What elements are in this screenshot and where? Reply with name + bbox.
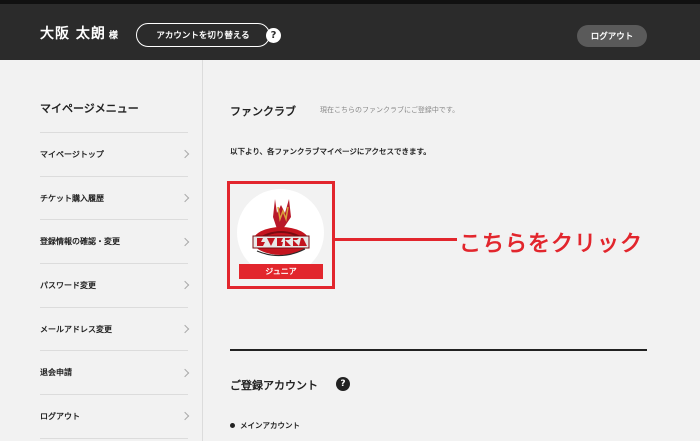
evessa-logo-icon — [252, 199, 310, 257]
chevron-right-icon — [180, 193, 190, 203]
switch-account-button[interactable]: アカウントを切り替える — [136, 23, 270, 47]
sidebar-title: マイページメニュー — [40, 102, 139, 115]
sidebar-item-label: 登録情報の確認・変更 — [40, 237, 120, 247]
chevron-right-icon — [180, 281, 190, 290]
help-icon[interactable]: ? — [336, 377, 350, 391]
chevron-right-icon — [180, 324, 190, 334]
intro-text: 以下より、各ファンクラブマイページにアクセスできます。 — [230, 147, 431, 156]
user-name: 大阪 太朗様 — [40, 23, 119, 43]
sidebar-item-label: マイページトップ — [40, 149, 104, 159]
sidebar-item-label: メールアドレス変更 — [40, 324, 112, 334]
sidebar-item-label: パスワード変更 — [40, 280, 96, 290]
section-divider — [230, 349, 647, 351]
sidebar-item-password[interactable]: パスワード変更 — [40, 264, 190, 308]
annotation-line — [335, 238, 457, 241]
chevron-right-icon — [180, 237, 190, 246]
help-icon[interactable]: ? — [266, 28, 281, 43]
account-title: ご登録アカウント — [230, 379, 318, 392]
section-subtitle: 現在こちらのファンクラブにご登録中です。 — [320, 106, 460, 114]
club-logo — [237, 189, 324, 276]
chevron-right-icon — [180, 412, 190, 421]
user-name-text: 大阪 太朗 — [40, 26, 106, 42]
chevron-right-icon — [180, 150, 190, 159]
sidebar-item-logout[interactable]: ログアウト — [40, 395, 190, 439]
annotation-text: こちらをクリック — [459, 232, 644, 257]
main-content: ファンクラブ 現在こちらのファンクラブにご登録中です。 以下より、各ファンクラブ… — [204, 60, 700, 441]
sidebar: マイページメニュー マイページトップ チケット購入履歴 登録情報の確認・変更 パ… — [0, 60, 203, 441]
sidebar-item-label: 退会申請 — [40, 368, 72, 378]
top-header: 大阪 太朗様 アカウントを切り替える ? ログアウト — [0, 0, 700, 60]
sidebar-item-label: ログアウト — [40, 411, 80, 421]
chevron-right-icon — [180, 368, 190, 378]
club-badge: ジュニア — [239, 264, 323, 279]
sidebar-item-label: チケット購入履歴 — [40, 193, 104, 203]
sidebar-item-withdraw[interactable]: 退会申請 — [40, 351, 190, 396]
bullet-icon — [230, 423, 235, 428]
main-account-item: メインアカウント — [230, 420, 300, 431]
sidebar-item-email[interactable]: メールアドレス変更 — [40, 308, 190, 352]
logout-button[interactable]: ログアウト — [577, 25, 647, 47]
fanclub-card[interactable]: ジュニア — [227, 181, 335, 289]
sidebar-menu: マイページトップ チケット購入履歴 登録情報の確認・変更 パスワード変更 メール… — [40, 132, 190, 439]
main-account-label: メインアカウント — [240, 421, 300, 430]
user-suffix: 様 — [108, 31, 119, 41]
sidebar-item-ticket-history[interactable]: チケット購入履歴 — [40, 177, 190, 221]
sidebar-item-mypage-top[interactable]: マイページトップ — [40, 133, 190, 177]
sidebar-item-profile[interactable]: 登録情報の確認・変更 — [40, 220, 190, 265]
section-title: ファンクラブ — [230, 105, 296, 118]
